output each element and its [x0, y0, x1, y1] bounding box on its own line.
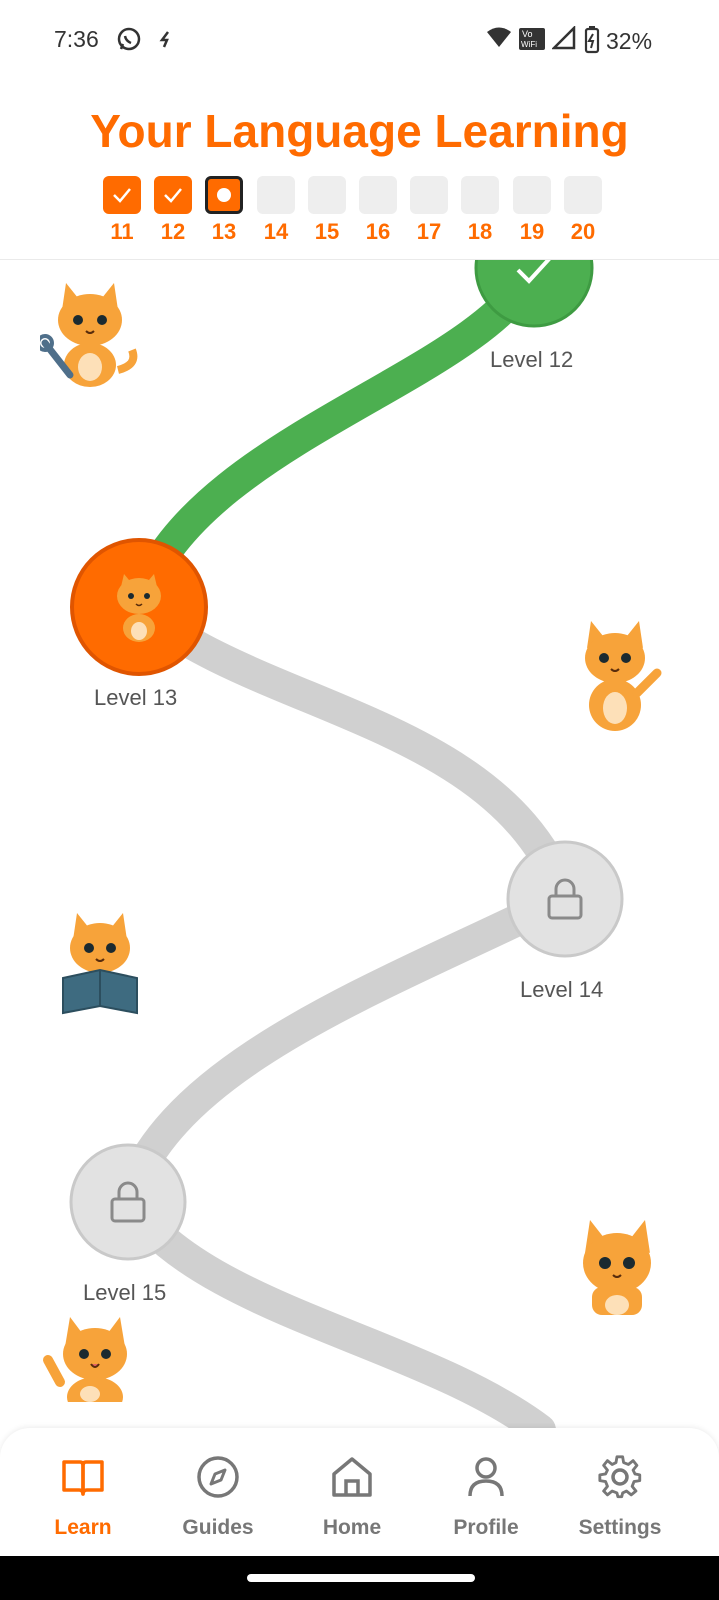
progress-box-11	[103, 176, 141, 214]
nav-profile[interactable]: Profile	[421, 1428, 551, 1556]
svg-text:Vo: Vo	[522, 29, 533, 39]
compass-icon	[197, 1456, 239, 1498]
level-map[interactable]: Level 12 Level 13 Level 14 Level 15	[0, 260, 719, 1430]
progress-box-12	[154, 176, 192, 214]
progress-number: 15	[314, 219, 340, 244]
cat-waving-icon	[43, 1317, 127, 1402]
vowifi-icon: Vo WiFi	[519, 28, 545, 50]
whatsapp-icon	[117, 27, 141, 51]
progress-number: 17	[416, 219, 442, 244]
level-13-node[interactable]	[68, 536, 210, 678]
progress-box-14	[257, 176, 295, 214]
nav-guides[interactable]: Guides	[153, 1428, 283, 1556]
nav-home[interactable]: Home	[287, 1428, 417, 1556]
level-label: Level 13	[94, 685, 178, 710]
progress-number: 14	[263, 219, 289, 244]
progress-number: 16	[365, 219, 391, 244]
progress-number: 12	[160, 219, 186, 244]
check-icon	[164, 188, 182, 203]
progress-box-15	[308, 176, 346, 214]
level-label: Level 12	[490, 347, 574, 372]
nav-label: Settings	[578, 1516, 662, 1539]
level-12-node[interactable]	[472, 260, 596, 330]
flash-icon	[159, 31, 169, 48]
level-progress-tracker: 11 12 13 14 15 16 17 18 19 20	[0, 176, 719, 246]
nav-label: Profile	[453, 1516, 519, 1539]
progress-number: 11	[110, 219, 134, 244]
wifi-icon	[487, 27, 511, 47]
level-15-node[interactable]	[67, 1141, 189, 1263]
person-icon	[468, 1457, 504, 1497]
progress-number: 18	[467, 219, 493, 244]
battery-percentage: 32%	[606, 28, 653, 54]
bottom-navigation: Learn Guides Home Profile Settings	[0, 1428, 719, 1556]
current-dot-icon	[217, 188, 231, 202]
nav-settings[interactable]: Settings	[555, 1428, 685, 1556]
progress-box-19	[513, 176, 551, 214]
level-label: Level 15	[83, 1280, 167, 1305]
cat-pointing-icon	[585, 621, 662, 731]
home-gesture-handle[interactable]	[247, 1574, 475, 1582]
progress-box-18	[461, 176, 499, 214]
nav-label: Home	[322, 1516, 382, 1539]
level-14-node[interactable]	[504, 838, 626, 960]
progress-number: 20	[570, 219, 596, 244]
progress-box-20	[564, 176, 602, 214]
home-icon	[332, 1457, 372, 1497]
signal-icon	[552, 26, 576, 50]
svg-text:WiFi: WiFi	[521, 40, 537, 49]
cat-reading-icon	[62, 913, 138, 1015]
progress-box-17	[410, 176, 448, 214]
status-time: 7:36	[54, 26, 99, 52]
progress-number: 19	[519, 219, 545, 244]
check-icon	[113, 188, 131, 203]
nav-label: Learn	[54, 1516, 112, 1539]
battery-icon	[584, 26, 600, 54]
cat-face-icon	[583, 1220, 651, 1315]
cat-wrench-icon	[40, 283, 138, 387]
nav-label: Guides	[182, 1516, 254, 1539]
level-label: Level 14	[520, 977, 604, 1002]
gear-icon	[598, 1455, 642, 1499]
book-icon	[62, 1460, 104, 1496]
progress-box-16	[359, 176, 397, 214]
nav-learn[interactable]: Learn	[18, 1428, 148, 1556]
system-navigation-bar	[0, 1556, 719, 1600]
status-bar: 7:36 Vo WiFi 32%	[0, 0, 719, 84]
page-title: Your Language Learning	[90, 105, 629, 157]
progress-box-13	[205, 176, 243, 214]
progress-number: 13	[211, 219, 237, 244]
